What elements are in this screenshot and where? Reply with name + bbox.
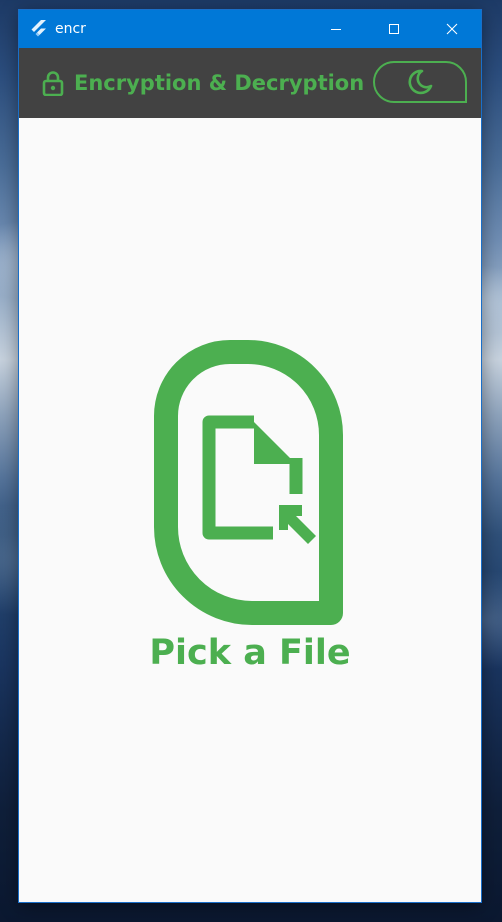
app-bar: Encryption & Decryption	[19, 48, 481, 118]
app-window: encr Encryption & Decryption Pick a File	[19, 10, 481, 902]
flutter-logo-icon	[31, 20, 46, 37]
maximize-icon	[389, 24, 399, 34]
minimize-button[interactable]	[307, 10, 365, 48]
theme-toggle-button[interactable]	[373, 61, 467, 103]
file-pick-icon	[154, 340, 343, 625]
lock-icon	[42, 71, 64, 96]
window-title: encr	[55, 21, 86, 37]
close-button[interactable]	[423, 10, 481, 48]
pick-file-label: Pick a File	[149, 633, 351, 673]
main-content: Pick a File	[19, 118, 481, 902]
close-icon	[446, 23, 458, 35]
app-bar-title: Encryption & Decryption	[74, 71, 365, 95]
minimize-icon	[331, 29, 341, 30]
maximize-button[interactable]	[365, 10, 423, 48]
window-titlebar[interactable]: encr	[19, 10, 481, 48]
moon-icon	[408, 69, 433, 95]
pick-file-button[interactable]: Pick a File	[149, 340, 351, 682]
